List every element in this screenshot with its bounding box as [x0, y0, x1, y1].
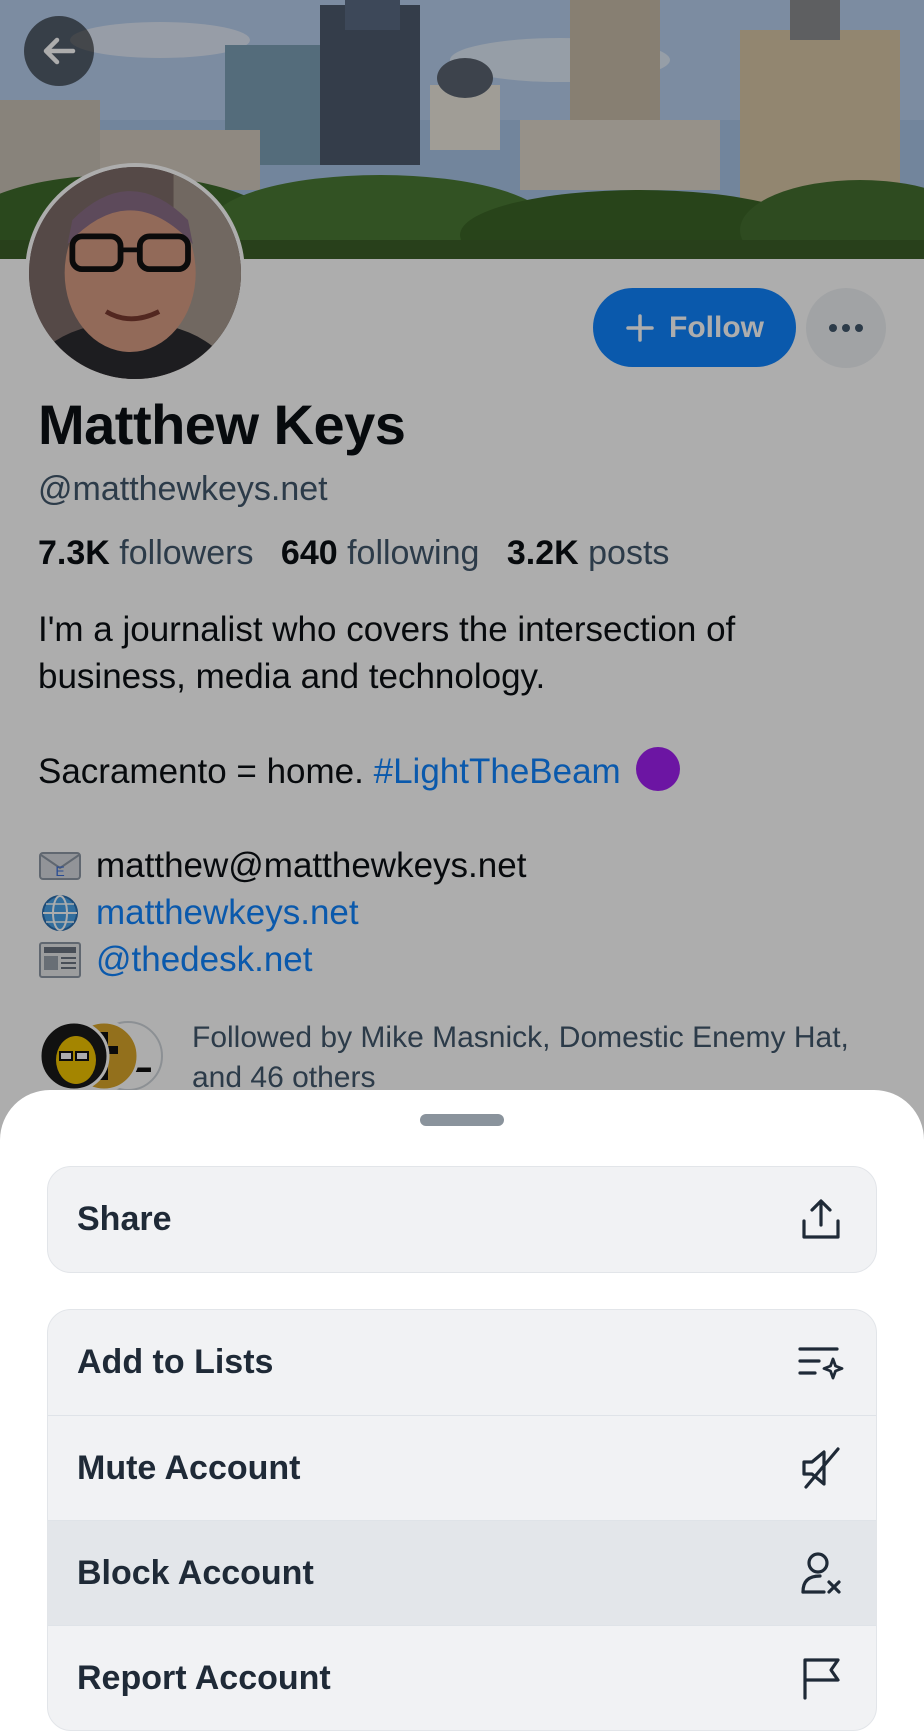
- report-account-label: Report Account: [77, 1658, 331, 1697]
- share-label: Share: [77, 1200, 172, 1238]
- report-account-menu-item[interactable]: Report Account: [48, 1625, 876, 1730]
- profile-actions-sheet: Share Add to Lists Mute Account Block Ac…: [0, 1090, 924, 1731]
- add-to-list-icon: [796, 1338, 846, 1388]
- add-to-lists-menu-item[interactable]: Add to Lists: [48, 1310, 876, 1415]
- sheet-drag-handle[interactable]: [420, 1114, 504, 1126]
- share-group: Share: [47, 1166, 877, 1273]
- block-user-icon: [796, 1548, 846, 1598]
- mute-account-label: Mute Account: [77, 1448, 301, 1487]
- block-account-label: Block Account: [77, 1553, 314, 1592]
- flag-icon: [796, 1653, 846, 1703]
- mute-icon: [796, 1443, 846, 1493]
- profile-page: Follow Matthew Keys @matthewkeys.net 7.3…: [0, 0, 924, 1731]
- account-actions-group: Add to Lists Mute Account Block Account …: [47, 1309, 877, 1731]
- block-account-menu-item[interactable]: Block Account: [48, 1520, 876, 1625]
- mute-account-menu-item[interactable]: Mute Account: [48, 1415, 876, 1520]
- share-icon: [796, 1195, 846, 1245]
- share-menu-item[interactable]: Share: [48, 1167, 876, 1272]
- add-to-lists-label: Add to Lists: [77, 1343, 274, 1381]
